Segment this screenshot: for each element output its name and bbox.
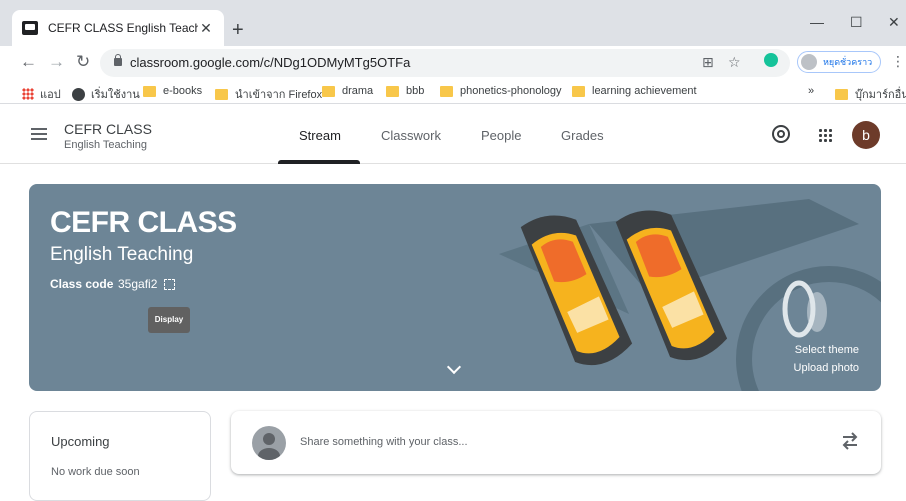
folder-icon [572, 85, 585, 97]
bookmark-ebooks[interactable]: e-books [143, 85, 202, 97]
header-class-name[interactable]: CEFR CLASS [64, 121, 152, 137]
tab-grades[interactable]: Grades [561, 128, 604, 143]
user-avatar-placeholder-icon [252, 426, 286, 460]
more-icon[interactable]: ⋮ [891, 53, 905, 70]
bookmark-bbb[interactable]: bbb [386, 85, 424, 97]
tab-close-button[interactable]: ✕ [198, 20, 214, 37]
select-theme-link[interactable]: Select theme [795, 344, 859, 356]
banner-class-section: English Teaching [50, 244, 194, 265]
tab-title: CEFR CLASS English Teaching [48, 21, 198, 35]
browser-toolbar: ← → ↻ classroom.google.com/c/NDg1ODMyMTg… [0, 46, 906, 80]
back-icon[interactable]: ← [20, 53, 37, 71]
upcoming-card: Upcoming No work due soon [29, 411, 211, 501]
user-avatar[interactable]: b [852, 121, 880, 149]
bookmark-phonetics[interactable]: phonetics-phonology [440, 85, 562, 97]
bookmark-apps[interactable]: แอป [22, 85, 61, 103]
bookmarks-overflow-button[interactable]: » [808, 85, 814, 97]
bookmark-other[interactable]: บุ๊กมาร์กอื่นๆ [835, 85, 906, 103]
banner-class-title: CEFR CLASS [50, 206, 237, 239]
profile-button[interactable]: หยุดชั่วคราว [797, 51, 881, 73]
forward-icon[interactable]: → [48, 53, 65, 71]
tab-classwork[interactable]: Classwork [381, 128, 441, 143]
bookmarks-bar: แอป เริ่มใช้งาน e-books นำเข้าจาก Firefo… [0, 80, 906, 104]
display-tooltip: Display [148, 307, 190, 333]
folder-icon [386, 85, 399, 97]
share-placeholder-text[interactable]: Share something with your class... [300, 436, 468, 448]
share-announcement-card[interactable]: Share something with your class... [231, 411, 881, 474]
folder-icon [143, 85, 156, 97]
translate-icon[interactable]: ⊞ [702, 54, 714, 71]
folder-icon [322, 85, 335, 97]
fullscreen-display-icon[interactable] [164, 279, 175, 290]
classroom-header: CEFR CLASS English Teaching Stream Class… [0, 105, 906, 164]
new-tab-button[interactable]: + [232, 20, 244, 40]
upload-photo-link[interactable]: Upload photo [794, 362, 859, 374]
google-apps-icon[interactable] [818, 128, 832, 142]
minimize-button[interactable]: — [810, 14, 824, 30]
bookmark-firefox-import[interactable]: นำเข้าจาก Firefox [215, 85, 322, 103]
header-class-section: English Teaching [64, 139, 147, 151]
class-code-label: Class code [50, 277, 114, 291]
star-icon[interactable]: ☆ [728, 54, 741, 71]
reload-icon[interactable]: ↻ [76, 53, 90, 71]
close-window-button[interactable]: ✕ [888, 14, 900, 31]
hamburger-menu-icon[interactable] [31, 128, 47, 140]
globe-icon [72, 87, 85, 101]
class-banner: CEFR CLASS English Teaching Class code 3… [29, 184, 881, 391]
maximize-button[interactable]: ☐ [850, 14, 863, 31]
profile-avatar-icon [801, 54, 817, 70]
bookmark-drama[interactable]: drama [322, 85, 373, 97]
apps-grid-icon [22, 88, 34, 100]
url-text: classroom.google.com/c/NDg1ODMyMTg5OTFa [130, 55, 411, 70]
folder-icon [440, 85, 453, 97]
folder-icon [835, 88, 848, 100]
tab-stream[interactable]: Stream [299, 128, 341, 143]
browser-tab[interactable]: CEFR CLASS English Teaching ✕ [12, 10, 224, 46]
tab-people[interactable]: People [481, 128, 521, 143]
settings-gear-icon[interactable] [772, 125, 790, 143]
address-bar[interactable]: classroom.google.com/c/NDg1ODMyMTg5OTFa … [100, 49, 790, 77]
bookmark-learning-achievement[interactable]: learning achievement [572, 85, 697, 97]
browser-tabstrip: CEFR CLASS English Teaching ✕ + — ☐ ✕ [0, 0, 906, 46]
upcoming-title: Upcoming [51, 434, 110, 449]
upcoming-empty-text: No work due soon [51, 466, 140, 478]
class-code-value: 35gafi2 [118, 277, 158, 291]
folder-icon [215, 88, 228, 100]
bookmark-getting-started[interactable]: เริ่มใช้งาน [72, 85, 140, 103]
repost-icon[interactable] [841, 431, 859, 451]
lock-icon [114, 54, 122, 66]
profile-label: หยุดชั่วคราว [823, 57, 873, 67]
classroom-favicon-icon [22, 21, 38, 35]
grammarly-icon[interactable] [764, 53, 778, 67]
active-tab-indicator [278, 160, 360, 164]
